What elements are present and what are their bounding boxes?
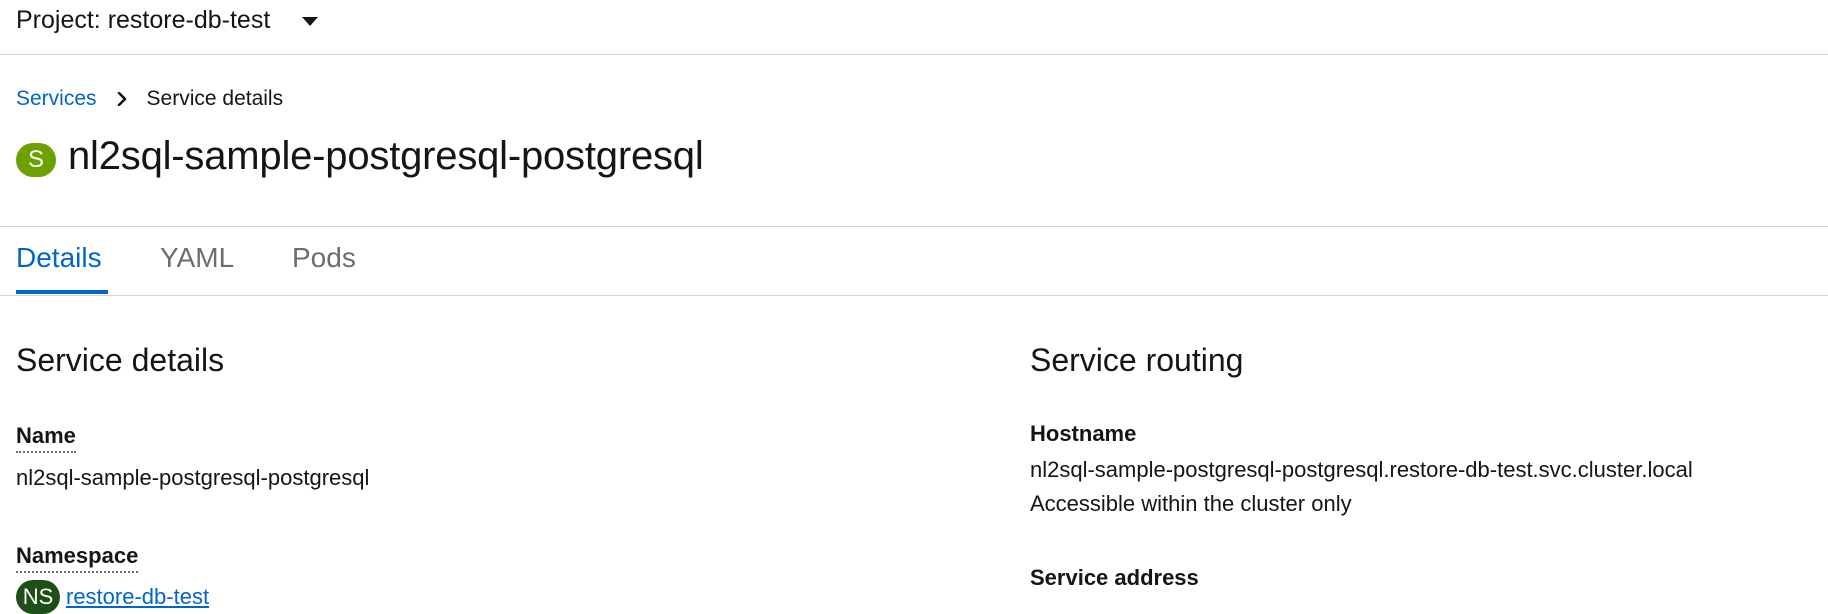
- page-title: nl2sql-sample-postgresql-postgresql: [68, 134, 704, 178]
- hostname-note: Accessible within the cluster only: [1030, 491, 1352, 516]
- namespace-value-row: NS restore-db-test: [16, 580, 209, 614]
- project-bar: Project: restore-db-test: [0, 0, 1828, 55]
- tab-yaml[interactable]: YAML: [160, 241, 234, 275]
- breadcrumb-services-link[interactable]: Services: [16, 86, 97, 112]
- chevron-right-icon: [117, 92, 127, 106]
- tabs-bar: Details YAML Pods: [0, 226, 1828, 296]
- page-title-row: S nl2sql-sample-postgresql-postgresql: [16, 132, 704, 180]
- hostname-value: nl2sql-sample-postgresql-postgresql.rest…: [1030, 457, 1693, 482]
- name-value: nl2sql-sample-postgresql-postgresql: [16, 465, 370, 490]
- project-selector-label: Project: restore-db-test: [16, 6, 271, 34]
- breadcrumb: Services Service details: [16, 86, 283, 112]
- namespace-resource-badge: NS: [16, 580, 60, 614]
- service-address-label: Service address: [1030, 565, 1199, 590]
- service-routing-heading: Service routing: [1030, 342, 1244, 378]
- hostname-label: Hostname: [1030, 421, 1137, 446]
- service-resource-badge: S: [16, 143, 56, 177]
- tab-details[interactable]: Details: [16, 241, 102, 275]
- caret-down-icon: [302, 16, 319, 26]
- project-selector[interactable]: Project: restore-db-test: [16, 4, 319, 36]
- active-tab-indicator: [16, 290, 108, 294]
- namespace-label[interactable]: Namespace: [16, 542, 139, 573]
- tab-pods[interactable]: Pods: [292, 241, 356, 275]
- namespace-link[interactable]: restore-db-test: [66, 580, 209, 614]
- name-label[interactable]: Name: [16, 422, 76, 453]
- service-details-heading: Service details: [16, 342, 225, 378]
- breadcrumb-current: Service details: [146, 87, 284, 110]
